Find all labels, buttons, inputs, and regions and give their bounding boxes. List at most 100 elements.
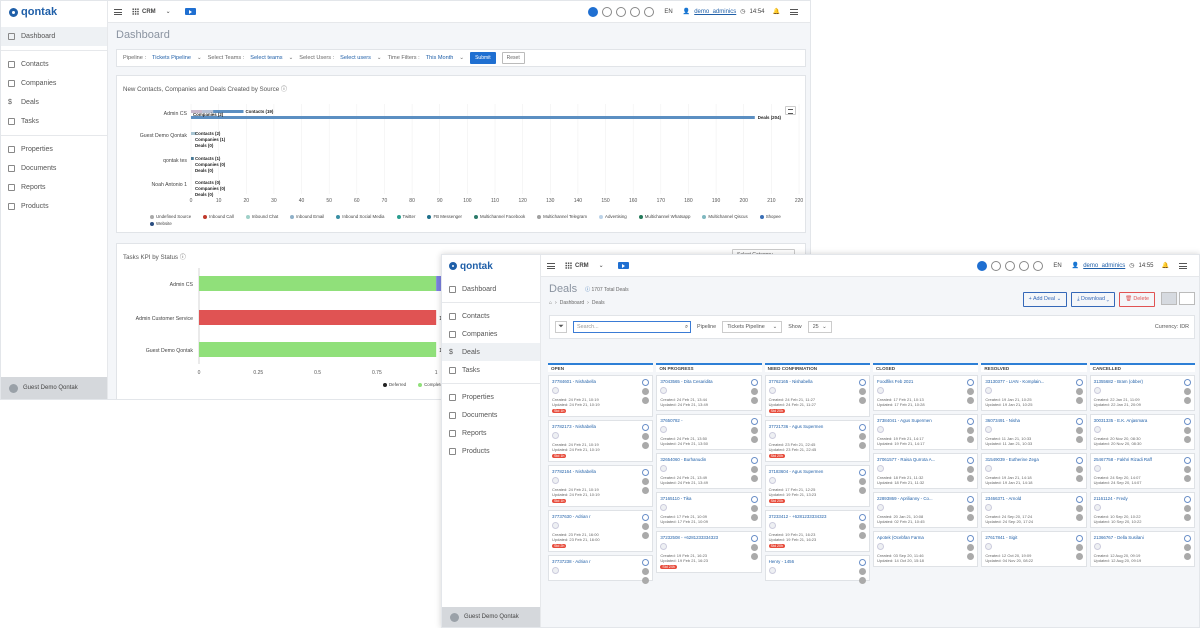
user-icon[interactable] (858, 478, 866, 485)
avatar-icon[interactable] (858, 532, 866, 539)
deal-card[interactable]: 37043565 - Dita Cesaridita Created: 24 Fe… (656, 375, 762, 411)
legend-item[interactable]: Multichannel Whatsapp (638, 214, 690, 219)
deal-title-link[interactable]: 37061577 - Raisa Qurrota A... (877, 457, 974, 462)
user-icon[interactable] (642, 568, 650, 575)
email-icon[interactable] (1005, 260, 1016, 271)
deal-card[interactable]: Henry - 1456 (764, 555, 870, 584)
avatar-icon[interactable] (750, 397, 758, 404)
refresh-icon[interactable] (1183, 379, 1191, 386)
refresh-icon[interactable] (1075, 457, 1083, 464)
user-icon[interactable] (1075, 505, 1083, 512)
user-icon[interactable] (750, 466, 758, 473)
list-view-button[interactable] (1179, 292, 1195, 305)
deal-title-link[interactable]: 36073491 - Nisha (985, 418, 1082, 423)
sidebar-item-documents[interactable]: Documents (442, 406, 540, 424)
deal-title-link[interactable]: 37183604 - Agus Supermen (769, 469, 866, 474)
user-icon[interactable] (1183, 505, 1191, 512)
avatar-icon[interactable] (750, 436, 758, 443)
refresh-icon[interactable] (750, 379, 758, 386)
deal-card[interactable]: 37650782 - Created: 24 Feb 21, 13:50 Updat… (656, 414, 762, 450)
deal-title-link[interactable]: 37782164 - Nishabella (552, 469, 649, 474)
avatar-icon[interactable] (1183, 514, 1191, 521)
refresh-icon[interactable] (858, 424, 866, 431)
deal-title-link[interactable]: 31549039 - Eutherine Zega (985, 457, 1082, 462)
pipeline-select[interactable]: Tickets Pipeline (152, 55, 191, 61)
sidebar-item-deals[interactable]: $ Deals (442, 343, 540, 361)
avatar-icon[interactable] (858, 487, 866, 494)
sidebar-item-products[interactable]: Products (442, 442, 540, 460)
time-filter-select[interactable]: This Month (426, 55, 454, 61)
teams-select[interactable]: Select teams (250, 55, 282, 61)
avatar-icon[interactable] (642, 442, 650, 449)
users-select[interactable]: Select users (340, 55, 371, 61)
deal-title-link[interactable]: 23466371 - Arnold (985, 496, 1082, 501)
deal-card[interactable]: 37061577 - Raisa Qurrota A... Created: 18… (872, 453, 979, 489)
deal-card[interactable]: Apotek (Ocebfan Farma Created: 03 Sep 20,… (872, 531, 979, 567)
chat-icon[interactable] (977, 260, 988, 271)
pipeline-select[interactable]: Tickets Pipeline ⌄ (722, 321, 783, 333)
avatar-icon[interactable] (1075, 514, 1083, 521)
bell-icon[interactable]: 🔔 (773, 8, 780, 15)
deal-card[interactable]: 25467758 - Fakhri Rizadi Raff Created: 24… (1089, 453, 1195, 489)
user-icon[interactable] (858, 523, 866, 530)
inbox-icon[interactable] (602, 6, 613, 17)
user-icon[interactable] (1183, 427, 1191, 434)
deal-title-link[interactable]: 37384041 - Agus Supermen (877, 418, 974, 423)
deal-title-link[interactable]: 22893869 - Aprilianny - Co... (877, 496, 974, 501)
user-icon[interactable] (642, 478, 650, 485)
user-icon[interactable] (750, 388, 758, 395)
refresh-icon[interactable] (1183, 496, 1191, 503)
bar-segment[interactable] (191, 157, 194, 160)
refresh-icon[interactable] (1075, 379, 1083, 386)
calendar-icon[interactable] (1033, 260, 1044, 271)
logo[interactable]: qontak (442, 255, 540, 277)
bar-segment[interactable] (191, 116, 755, 119)
deal-card[interactable]: 37784601 - Nishabella Created: 24 Feb 21,… (548, 375, 654, 417)
avatar-icon[interactable] (967, 475, 975, 482)
logo[interactable]: qontak (1, 1, 107, 23)
legend-item[interactable]: Inbound Social Media (336, 214, 385, 219)
deal-card[interactable]: 27617841 - Sigit Created: 12 Oct 20, 19:0… (981, 531, 1087, 567)
deal-title-link[interactable]: 31355682 - Bram (obber) (1094, 379, 1191, 384)
sidebar-item-companies[interactable]: Companies (442, 325, 540, 343)
sidebar-item-contacts[interactable]: Contacts (442, 307, 540, 325)
sidebar-item-dashboard[interactable]: Dashboard (1, 27, 107, 46)
user-icon[interactable] (858, 568, 866, 575)
legend-item[interactable]: Inbound Chat (245, 214, 278, 219)
sidebar-item-deals[interactable]: $ Deals (1, 93, 107, 112)
deal-title-link[interactable]: 37232508 - +6281233334323 (660, 535, 757, 540)
bar-segment[interactable] (199, 310, 437, 325)
submit-button[interactable]: Submit (470, 52, 496, 64)
sidebar-item-reports[interactable]: Reports (442, 424, 540, 442)
avatar-icon[interactable] (642, 487, 650, 494)
deal-card[interactable]: 36073491 - Nisha Created: 11 Jan 21, 10:3… (981, 414, 1087, 450)
user-icon[interactable] (750, 505, 758, 512)
module-switcher[interactable]: CRM ⌄ (565, 262, 604, 269)
deal-card[interactable]: 30031335 - E.K. Anjasmara Created: 20 Nov… (1089, 414, 1195, 450)
refresh-icon[interactable] (858, 559, 866, 566)
sidebar-item-properties[interactable]: Properties (442, 388, 540, 406)
deal-card[interactable]: 37183604 - Agus Supermen Created: 17 Feb … (764, 465, 870, 507)
refresh-icon[interactable] (967, 535, 975, 542)
user-icon[interactable] (1075, 388, 1083, 395)
deal-card[interactable]: 37384041 - Agus Supermen Created: 19 Feb … (872, 414, 979, 450)
phone-icon[interactable] (630, 6, 641, 17)
refresh-icon[interactable] (967, 418, 975, 425)
video-tutorial-button[interactable] (617, 262, 629, 269)
deal-title-link[interactable]: Apotek (Ocebfan Farma (877, 535, 974, 540)
refresh-icon[interactable] (642, 424, 650, 431)
deal-card[interactable]: 23466371 - Arnold Created: 24 Sep 20, 17:… (981, 492, 1087, 528)
legend-item[interactable]: Inbound Call (203, 214, 234, 219)
deal-card[interactable]: 21366767 - Della Susilani Created: 12 Aug… (1089, 531, 1195, 567)
deal-title-link[interactable]: 37737238 - Adrian r (552, 559, 649, 564)
sidebar-item-tasks[interactable]: Tasks (1, 112, 107, 131)
user-icon[interactable] (967, 427, 975, 434)
page-size-select[interactable]: 25 ⌄ (807, 321, 832, 333)
deal-title-link[interactable]: 37721736 - Agus Supermen (769, 424, 866, 429)
sidebar-item-contacts[interactable]: Contacts (1, 55, 107, 74)
user-icon[interactable] (1183, 544, 1191, 551)
sidebar-item-companies[interactable]: Companies (1, 74, 107, 93)
deal-title-link[interactable]: 21161124 - Fredy (1094, 496, 1191, 501)
avatar-icon[interactable] (1183, 475, 1191, 482)
deal-card[interactable]: 37782173 - Nishabella Created: 24 Feb 21,… (548, 420, 654, 462)
